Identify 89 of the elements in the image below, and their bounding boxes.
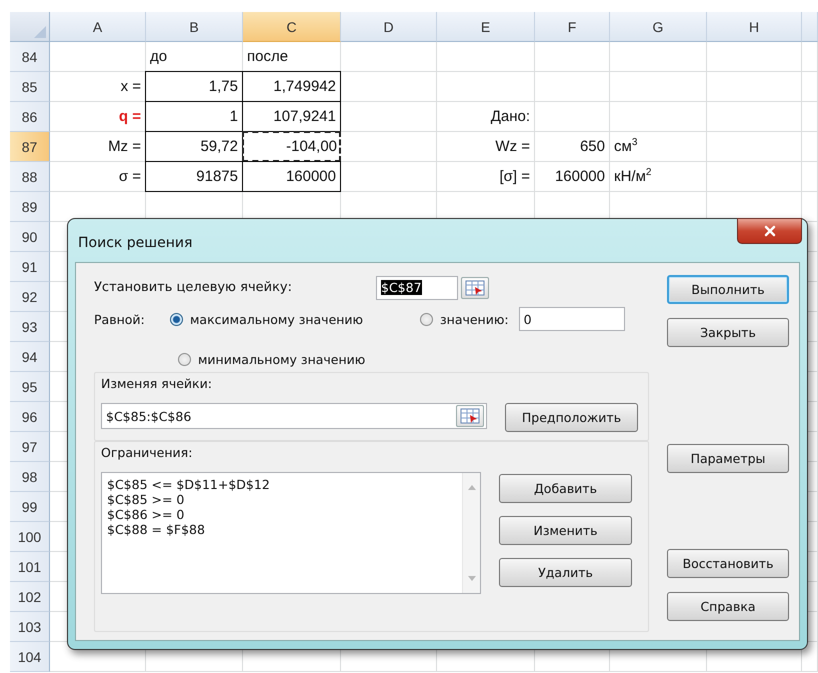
column-header[interactable]: D (341, 12, 437, 42)
grid-arrow-icon (460, 408, 480, 424)
close-icon (764, 225, 776, 237)
table-cell: Дано: (437, 102, 535, 132)
list-item[interactable]: $C$88 = $F$88 (107, 522, 457, 537)
select-all-corner[interactable] (10, 12, 50, 42)
cell-picker-button[interactable] (456, 405, 484, 427)
cell-picker-button[interactable] (461, 276, 489, 298)
table-cell (802, 72, 818, 102)
column-header[interactable]: A (50, 12, 146, 42)
row-header[interactable]: 93 (10, 312, 50, 342)
row-header[interactable]: 84 (10, 42, 50, 72)
value-field[interactable]: 0 (518, 307, 625, 331)
list-item[interactable]: $C$85 >= 0 (107, 492, 457, 507)
dialog-button[interactable]: Параметры (667, 444, 789, 473)
dialog-button[interactable]: Восстановить (667, 549, 789, 578)
target-cell-field[interactable]: $C$87 (376, 276, 458, 300)
row-header[interactable]: 94 (10, 342, 50, 372)
table-cell: 59,72 (145, 131, 243, 162)
table-cell: x = (50, 72, 146, 102)
column-header[interactable]: G (610, 12, 707, 42)
group-label: Изменяя ячейки: (101, 376, 213, 391)
radio-option[interactable]: значению: (420, 312, 509, 326)
dialog-button[interactable]: Добавить (499, 474, 632, 503)
table-cell: q = (50, 102, 146, 132)
dialog-button[interactable]: Выполнить (667, 275, 789, 304)
column-header[interactable]: C (243, 12, 341, 42)
table-cell: 1,749942 (242, 71, 341, 102)
table-cell: -104,00 (242, 131, 341, 162)
corner-triangle-icon (34, 26, 46, 38)
table-cell (802, 132, 818, 162)
table-cell: σ = (50, 162, 146, 192)
row-header[interactable]: 102 (10, 582, 50, 612)
row-header[interactable]: 104 (10, 642, 50, 672)
row-header[interactable]: 100 (10, 522, 50, 552)
row-header[interactable]: 96 (10, 402, 50, 432)
grid-arrow-icon (465, 280, 485, 296)
row-header[interactable]: 99 (10, 492, 50, 522)
row-header[interactable]: 86 (10, 102, 50, 132)
column-header[interactable] (802, 12, 818, 42)
close-button[interactable] (737, 218, 802, 244)
column-header[interactable]: H (707, 12, 802, 42)
table-cell: 1,75 (145, 71, 243, 102)
table-cell: 650 (535, 132, 610, 162)
row-header[interactable]: 98 (10, 462, 50, 492)
list-item[interactable]: $C$86 >= 0 (107, 507, 457, 522)
table-cell: до (146, 42, 243, 72)
row-header[interactable]: 92 (10, 282, 50, 312)
row-header[interactable]: 87 (10, 132, 50, 162)
dialog-button[interactable]: Закрыть (667, 318, 789, 347)
row-header[interactable]: 97 (10, 432, 50, 462)
table-cell (802, 162, 818, 192)
table-cell: [σ] = (437, 162, 535, 192)
dialog-button[interactable]: Справка (667, 592, 789, 621)
table-cell: кН/м$^{2}$ (610, 162, 707, 192)
scroll-up-icon[interactable] (468, 485, 476, 490)
scrollbar[interactable] (462, 473, 480, 593)
dialog-button[interactable]: Удалить (499, 558, 632, 587)
table-cell: Mz = (50, 132, 146, 162)
radio-option[interactable]: минимальному значению (178, 352, 366, 366)
field-label: Установить целевую ячейку: (94, 280, 293, 295)
table-cell: 91875 (145, 161, 243, 192)
table-cell: Wz = (437, 132, 535, 162)
column-header[interactable]: B (146, 12, 243, 42)
row-header[interactable]: 85 (10, 72, 50, 102)
column-header[interactable]: F (535, 12, 610, 42)
table-cell: 160000 (535, 162, 610, 192)
scroll-down-icon[interactable] (468, 576, 476, 581)
table-cell: 160000 (242, 161, 341, 192)
row-header[interactable]: 88 (10, 162, 50, 192)
table-cell: см$^{3}$ (610, 132, 707, 162)
radio-option[interactable]: максимальному значению (170, 312, 420, 326)
table-cell (802, 102, 818, 132)
row-header[interactable]: 91 (10, 252, 50, 282)
dialog-button[interactable]: Изменить (499, 516, 632, 545)
group-label: Ограничения: (101, 445, 194, 460)
dialog-button[interactable]: Предположить (505, 403, 638, 432)
row-header[interactable]: 101 (10, 552, 50, 582)
field-label: Равной: (94, 312, 146, 326)
table-cell: после (243, 42, 341, 72)
row-header[interactable]: 103 (10, 612, 50, 642)
row-header[interactable]: 89 (10, 192, 50, 222)
list-item[interactable]: $C$85 <= $D$11+$D$12 (107, 477, 457, 492)
dialog-title: Поиск решения (77, 234, 192, 250)
row-header[interactable]: 95 (10, 372, 50, 402)
column-header[interactable]: E (437, 12, 535, 42)
changing-cells-field[interactable]: $C$85:$C$86 (101, 403, 487, 429)
table-cell (802, 42, 818, 72)
row-header[interactable]: 90 (10, 222, 50, 252)
